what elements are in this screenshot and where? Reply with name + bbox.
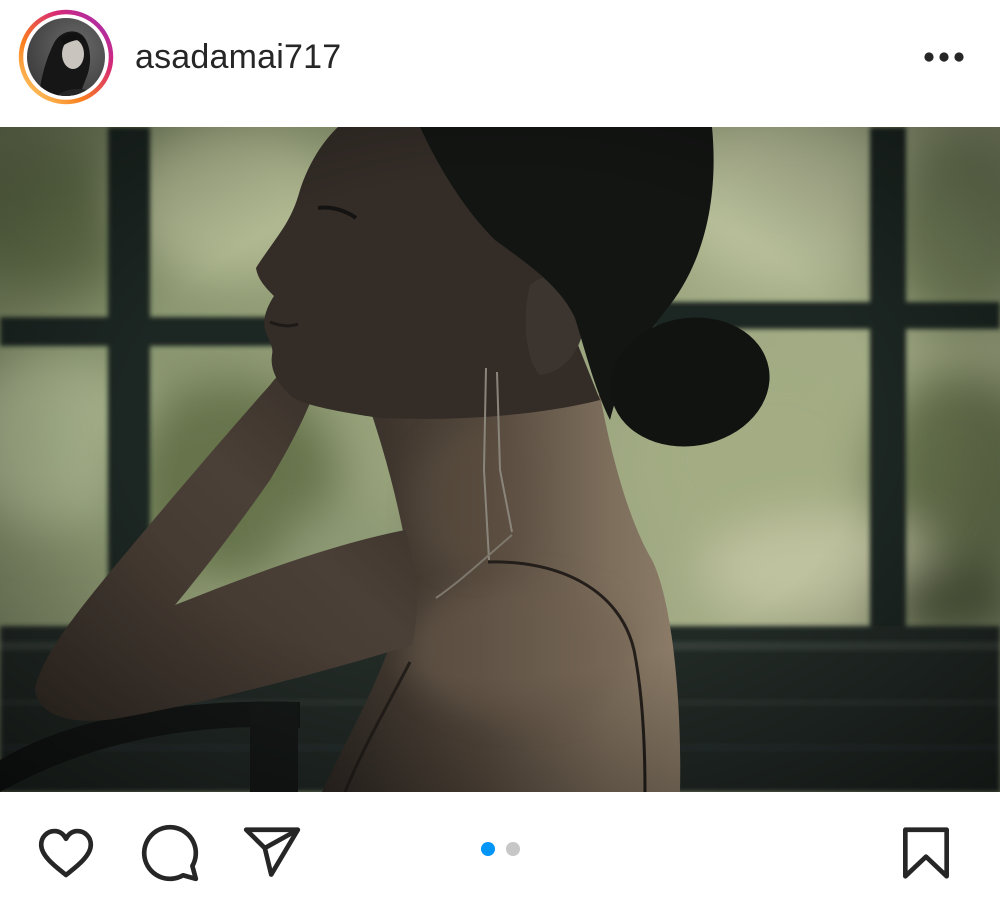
bookmark-icon (903, 827, 949, 879)
more-options-button[interactable] (918, 44, 970, 70)
photo-vignette (0, 127, 1000, 792)
carousel-dot (505, 842, 520, 856)
carousel-dot-active (480, 842, 495, 856)
profile-avatar[interactable] (18, 9, 114, 105)
post-photo[interactable] (0, 127, 1000, 792)
avatar-story-ring (18, 9, 114, 105)
post-username[interactable]: asadamai717 (135, 36, 341, 78)
carousel-indicator (0, 842, 1000, 856)
post-header: asadamai717 (0, 0, 1000, 127)
save-button[interactable] (895, 822, 957, 884)
post-action-bar (0, 792, 1000, 902)
more-horizontal-icon (924, 52, 964, 62)
